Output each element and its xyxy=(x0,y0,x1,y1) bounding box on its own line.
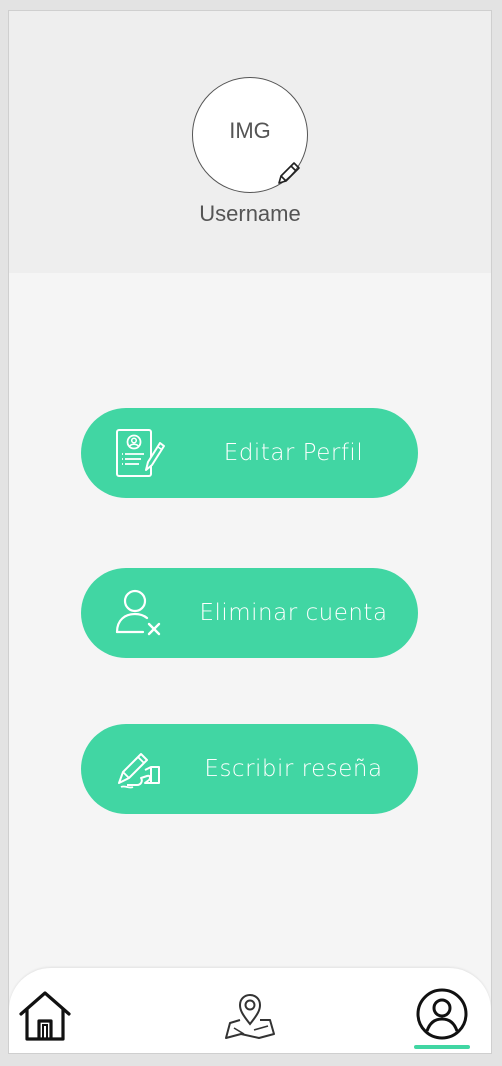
phone-screen: IMG Username Editar Perfil Eliminar cuen… xyxy=(8,10,492,1054)
pencil-icon[interactable] xyxy=(273,158,303,188)
profile-document-edit-icon xyxy=(116,429,165,477)
map-pin-icon[interactable] xyxy=(224,990,276,1042)
delete-account-label: Eliminar cuenta xyxy=(199,600,388,626)
edit-profile-button[interactable]: Editar Perfil xyxy=(81,408,418,498)
user-circle-icon[interactable] xyxy=(414,986,470,1042)
write-review-label: Escribir reseña xyxy=(204,756,383,782)
write-review-button[interactable]: Escribir reseña xyxy=(81,724,418,814)
avatar[interactable]: IMG xyxy=(192,77,308,193)
profile-header: IMG Username xyxy=(9,11,491,273)
delete-account-button[interactable]: Eliminar cuenta xyxy=(81,568,418,658)
avatar-placeholder: IMG xyxy=(229,118,271,143)
user-remove-icon xyxy=(115,589,161,636)
hand-writing-icon xyxy=(118,753,160,789)
home-icon[interactable] xyxy=(17,988,73,1044)
edit-profile-label: Editar Perfil xyxy=(223,440,364,466)
bottom-navigation xyxy=(9,968,491,1053)
username: Username xyxy=(199,201,301,226)
active-tab-indicator xyxy=(414,1045,470,1049)
